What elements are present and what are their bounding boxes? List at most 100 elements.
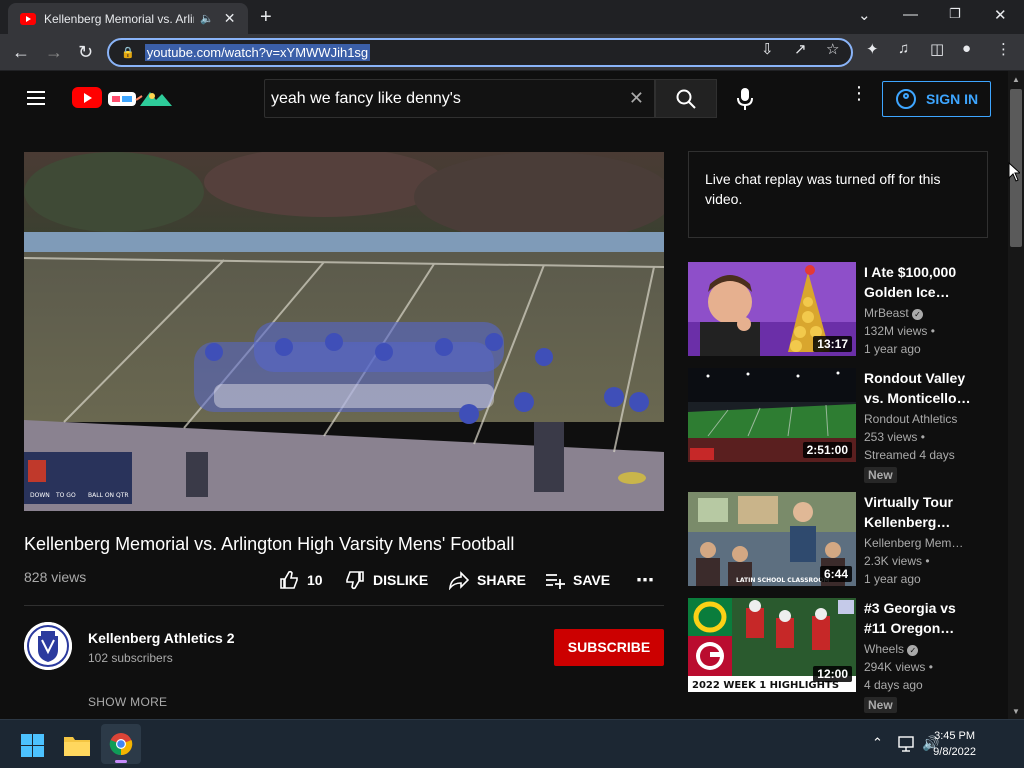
video-duration: 2:51:00	[802, 442, 852, 458]
video-player[interactable]: DOWN TO GO BALL ON QTR	[24, 152, 664, 511]
live-chat-notice: Live chat replay was turned off for this…	[688, 151, 988, 238]
like-button[interactable]: 10	[279, 570, 323, 590]
hamburger-menu-icon[interactable]	[27, 91, 45, 105]
recommended-views: 2.3K views •	[864, 554, 930, 568]
recommended-views: 132M views •	[864, 324, 935, 338]
address-bar[interactable]: 🔒 youtube.com/watch?v=xYMWWJih1sg	[107, 38, 853, 67]
new-badge: New	[864, 697, 897, 713]
recommended-video-3[interactable]: LATIN SCHOOL CLASSROOM 6:44 Virtually To…	[688, 492, 1008, 592]
share-page-icon[interactable]: ↗	[794, 40, 807, 58]
scoreboard-qtr: QTR	[116, 492, 129, 499]
microphone-icon[interactable]	[737, 88, 753, 110]
tab-search-chevron-icon[interactable]: ⌄	[858, 6, 871, 24]
clear-search-icon[interactable]: ✕	[629, 88, 644, 109]
reload-icon[interactable]: ↻	[78, 42, 93, 63]
thumbnail-caption: LATIN SCHOOL CLASSROOM	[736, 577, 829, 584]
lock-icon[interactable]: 🔒	[121, 46, 135, 59]
sign-in-label: SIGN IN	[926, 91, 979, 107]
save-button[interactable]: SAVE	[545, 570, 610, 590]
back-arrow-icon[interactable]: ←	[12, 42, 30, 63]
share-icon	[449, 571, 469, 590]
scoreboard-ball-on: BALL ON	[88, 492, 114, 499]
profile-icon[interactable]: ●	[962, 40, 971, 57]
recommended-title[interactable]: Rondout Valley vs. Monticello…	[864, 368, 982, 408]
save-label: SAVE	[573, 572, 611, 588]
verified-icon: ✓	[907, 645, 919, 656]
show-more-button[interactable]: SHOW MORE	[88, 695, 167, 709]
youtube-favicon-icon	[20, 12, 36, 25]
forward-arrow-icon[interactable]: →	[45, 42, 63, 63]
recommended-views: 253 views •	[864, 430, 925, 444]
windows-start-icon[interactable]	[21, 734, 44, 757]
scroll-up-arrow-icon[interactable]: ▲	[1012, 75, 1020, 84]
extensions-icon[interactable]: ✦	[866, 40, 879, 58]
chrome-menu-icon[interactable]: ⋮	[996, 40, 1011, 58]
clock-date: 9/8/2022	[933, 746, 976, 758]
recommended-video-1[interactable]: 13:17 I Ate $100,000 Golden Ice… MrBeast…	[688, 262, 1008, 362]
scroll-down-arrow-icon[interactable]: ▼	[1012, 707, 1020, 716]
recommended-channel[interactable]: Kellenberg Mem…	[864, 536, 964, 550]
tab-title: Kellenberg Memorial vs. Arlin	[44, 11, 194, 26]
thumbs-up-icon	[280, 570, 298, 589]
show-hidden-icons-chevron-icon[interactable]: ⌃	[872, 735, 883, 751]
channel-avatar[interactable]	[24, 622, 72, 670]
settings-kebab-icon[interactable]: ⋮	[850, 84, 868, 102]
close-window-icon[interactable]: ✕	[994, 6, 1007, 24]
bookmark-star-icon[interactable]: ☆	[826, 40, 839, 58]
channel-name[interactable]: Kellenberg Athletics 2	[88, 630, 235, 646]
side-panel-icon[interactable]: ◫	[930, 40, 944, 58]
restore-icon[interactable]: ❐	[949, 6, 961, 22]
subscriber-count: 102 subscribers	[88, 651, 173, 665]
add-to-playlist-icon	[546, 574, 565, 589]
dislike-button[interactable]: DISLIKE	[345, 570, 428, 590]
active-app-indicator	[115, 760, 127, 763]
football-field-frame: DOWN TO GO BALL ON QTR	[24, 152, 664, 511]
dislike-label: DISLIKE	[373, 572, 429, 588]
video-thumbnail[interactable]: 13:17	[688, 262, 856, 356]
recommended-title[interactable]: Virtually Tour Kellenberg…	[864, 492, 982, 532]
mouse-cursor-icon	[1008, 162, 1020, 182]
video-title: Kellenberg Memorial vs. Arlington High V…	[24, 534, 515, 554]
recommended-channel[interactable]: Wheels ✓	[864, 642, 964, 656]
url-text[interactable]: youtube.com/watch?v=xYMWWJih1sg	[144, 44, 371, 61]
doodle-logo-icon[interactable]	[106, 88, 178, 110]
recommended-views: 294K views •	[864, 660, 933, 674]
taskbar-clock[interactable]: 3:45 PM 9/8/2022	[933, 728, 976, 760]
kellenberg-crest-icon	[24, 622, 72, 670]
recommended-age: 1 year ago	[864, 572, 921, 586]
recommended-channel[interactable]: MrBeast ✓	[864, 306, 964, 320]
recommended-title[interactable]: I Ate $100,000 Golden Ice…	[864, 262, 982, 302]
search-input[interactable]: yeah we fancy like denny's ✕	[264, 79, 655, 118]
recommended-title[interactable]: #3 Georgia vs #11 Oregon…	[864, 598, 982, 638]
minimize-icon[interactable]: —	[903, 6, 918, 23]
channel-label: Wheels	[864, 642, 905, 656]
youtube-header: yeah we fancy like denny's ✕ ⋮ SIGN IN	[0, 71, 1008, 127]
recommended-video-2[interactable]: 2:51:00 Rondout Valley vs. Monticello… R…	[688, 368, 1008, 486]
new-tab-icon[interactable]: +	[260, 6, 272, 29]
video-thumbnail[interactable]: 2022 WEEK 1 HIGHLIGHTS 12:00	[688, 598, 856, 692]
recommended-channel[interactable]: Rondout Athletics	[864, 412, 964, 426]
more-actions-icon[interactable]: ⋯	[636, 570, 654, 590]
chrome-taskbar-button[interactable]	[101, 724, 141, 764]
close-tab-icon[interactable]: ✕	[224, 10, 236, 27]
thumbs-down-icon	[346, 571, 364, 590]
network-icon[interactable]	[898, 736, 916, 752]
search-button[interactable]	[655, 79, 717, 118]
share-button[interactable]: SHARE	[449, 570, 526, 590]
media-controls-icon[interactable]: ♫	[898, 40, 909, 57]
sign-in-button[interactable]: SIGN IN	[882, 81, 991, 117]
scoreboard-to-go: TO GO	[55, 492, 76, 499]
browser-tab[interactable]: Kellenberg Memorial vs. Arlin 🔈 ✕	[8, 3, 248, 34]
install-icon[interactable]: ⇩	[761, 40, 774, 58]
speaker-icon[interactable]: 🔈	[200, 12, 214, 25]
video-thumbnail[interactable]: LATIN SCHOOL CLASSROOM 6:44	[688, 492, 856, 586]
video-thumbnail[interactable]: 2:51:00	[688, 368, 856, 462]
file-explorer-icon[interactable]	[64, 734, 90, 756]
youtube-logo-icon[interactable]	[72, 87, 102, 108]
recommended-video-4[interactable]: 2022 WEEK 1 HIGHLIGHTS 12:00 #3 Georgia …	[688, 598, 1008, 716]
browser-toolbar: ← → ↻ 🔒 youtube.com/watch?v=xYMWWJih1sg …	[0, 34, 1024, 71]
search-icon	[676, 89, 696, 109]
subscribe-button[interactable]: SUBSCRIBE	[554, 629, 664, 666]
recommended-age: Streamed 4 days	[864, 448, 955, 462]
divider	[24, 605, 664, 606]
